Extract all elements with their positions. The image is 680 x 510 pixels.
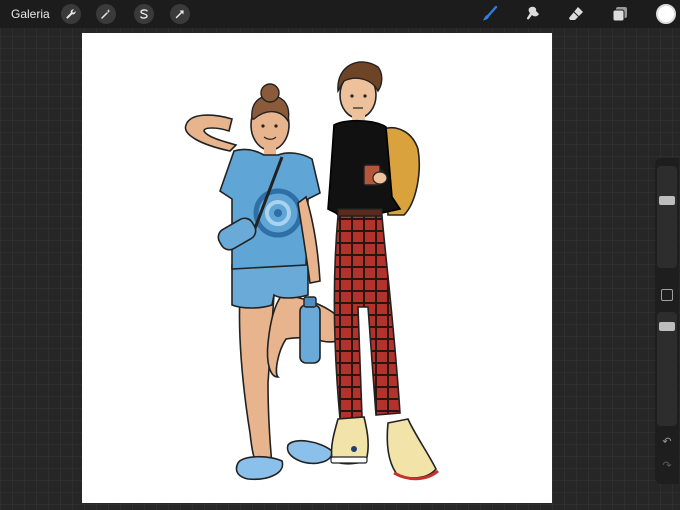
right-figure-plaid-pants xyxy=(333,215,401,420)
left-figure-sandal xyxy=(235,455,284,481)
smudge-icon xyxy=(526,6,539,20)
wrench-icon xyxy=(66,9,76,19)
arrow-cursor-icon xyxy=(175,10,184,19)
eraser-icon xyxy=(569,7,583,20)
gallery-button[interactable]: Galeria xyxy=(11,7,50,21)
brush-size-slider[interactable] xyxy=(657,166,677,268)
eraser-button[interactable] xyxy=(566,4,586,24)
left-figure-leg-standing xyxy=(238,294,275,466)
color-picker-button[interactable] xyxy=(656,4,676,24)
right-figure-sneaker-right xyxy=(386,418,437,479)
layers-button[interactable] xyxy=(610,4,630,24)
redo-icon[interactable]: ↷ xyxy=(660,460,674,472)
layers-icon xyxy=(612,7,627,22)
magic-wand-icon xyxy=(101,9,111,19)
brush-icon xyxy=(483,5,498,21)
left-figure-hair-bun xyxy=(260,83,280,103)
left-figure-raised-arm xyxy=(184,114,238,152)
illustration-artwork xyxy=(184,61,439,481)
top-toolbar: Galeria xyxy=(0,0,680,28)
loose-sandal xyxy=(286,439,333,465)
selection-button[interactable] xyxy=(134,4,154,24)
smudge-button[interactable] xyxy=(523,4,543,24)
right-figure-belt xyxy=(337,208,383,217)
transform-button[interactable] xyxy=(170,4,190,24)
brush-sidebar: ↶ ↷ xyxy=(655,158,679,484)
selection-s-icon xyxy=(140,9,148,19)
adjustments-button[interactable] xyxy=(96,4,116,24)
opacity-handle[interactable] xyxy=(659,322,675,331)
brush-button[interactable] xyxy=(479,4,499,24)
brush-size-handle[interactable] xyxy=(659,196,675,205)
water-bottle xyxy=(299,304,321,364)
drawing-canvas[interactable] xyxy=(82,33,552,503)
undo-icon[interactable]: ↶ xyxy=(660,436,674,448)
actions-button[interactable] xyxy=(61,4,81,24)
opacity-slider[interactable] xyxy=(657,312,677,426)
modify-button[interactable] xyxy=(661,289,673,301)
